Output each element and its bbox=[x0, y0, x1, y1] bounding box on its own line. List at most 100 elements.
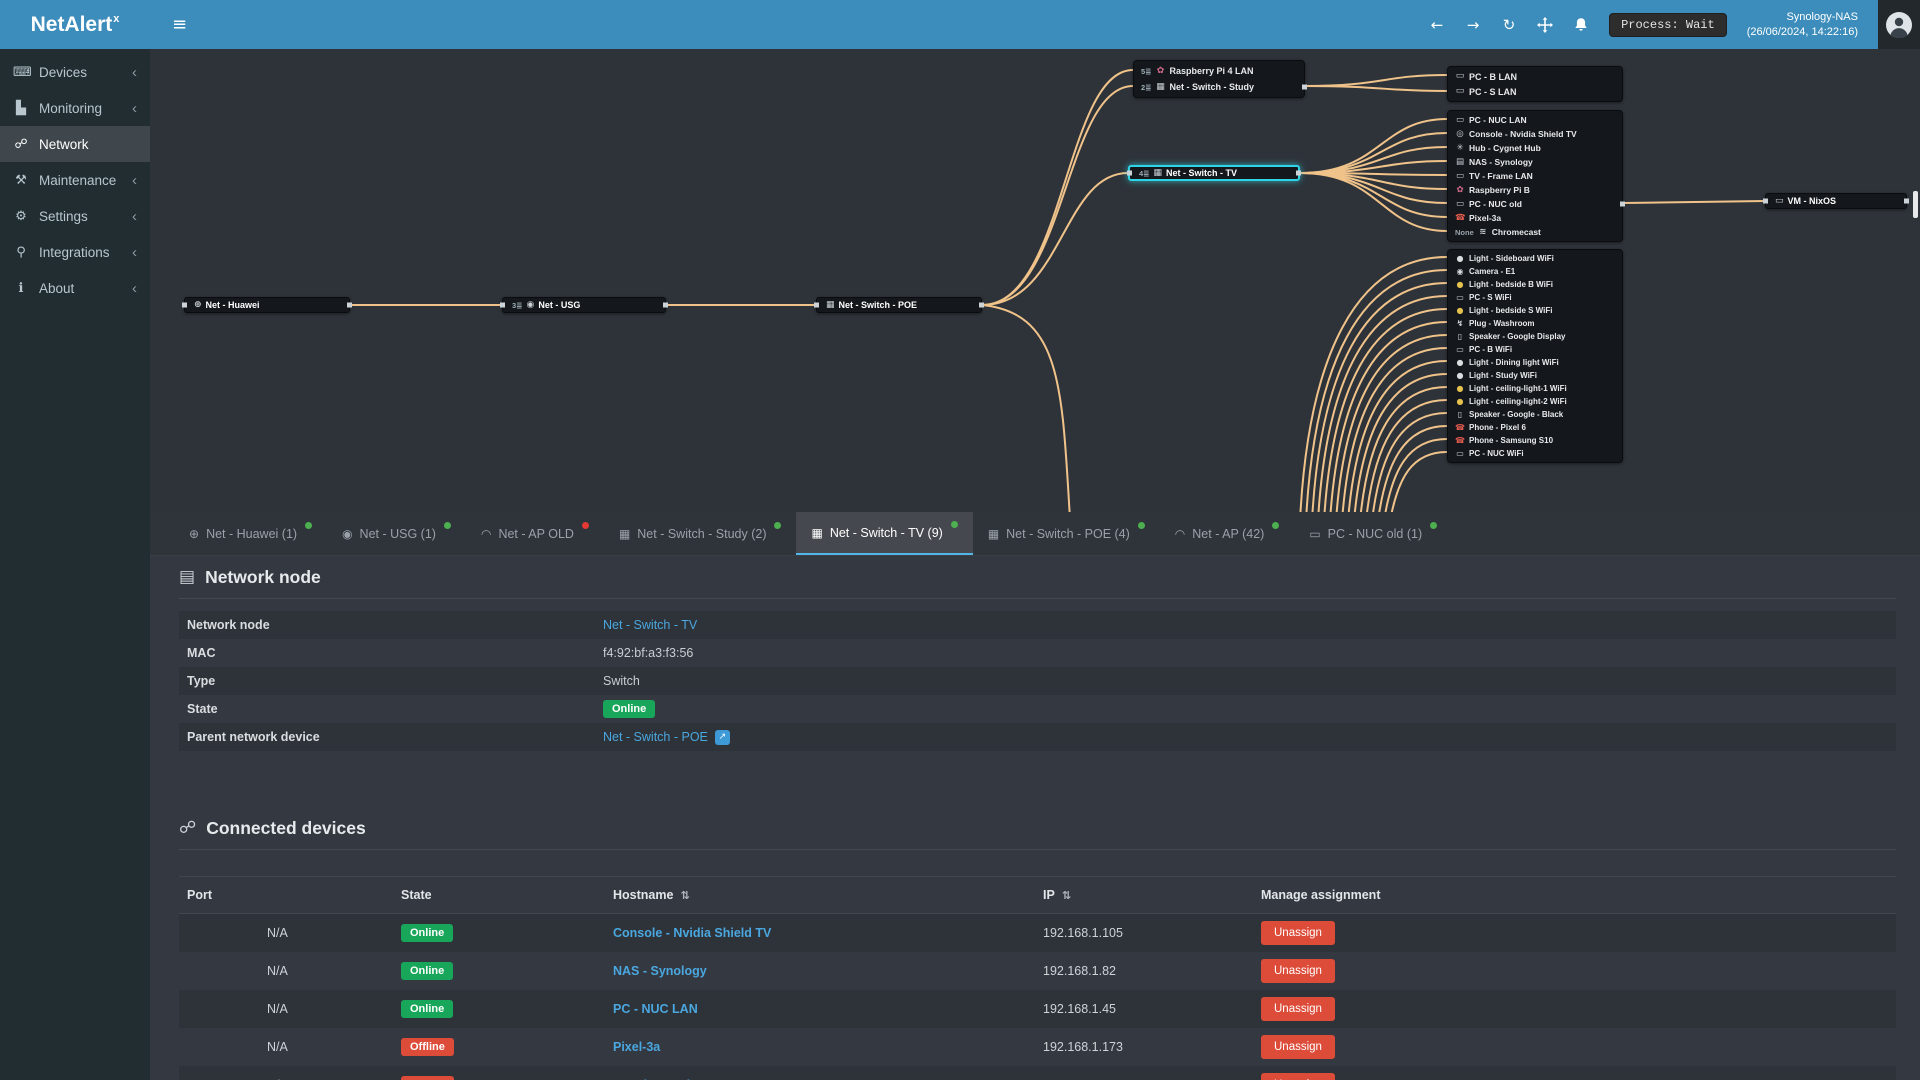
column-header-ip[interactable]: IP ⇅ bbox=[1035, 876, 1253, 914]
sidebar-item-network[interactable]: ☍ Network bbox=[0, 126, 150, 162]
diagram-device-camera-e1[interactable]: ◉ Camera - E1 bbox=[1448, 265, 1622, 278]
desktop-icon: ▭ bbox=[1456, 344, 1464, 354]
tab-net-switch-poe-4[interactable]: ▦ Net - Switch - POE (4) bbox=[973, 512, 1160, 555]
sidebar-item-integrations[interactable]: ⚲ Integrations ‹ bbox=[0, 234, 150, 270]
diagram-device-light-ceiling-light-2-wifi[interactable]: ● Light - ceiling-light-2 WiFi bbox=[1448, 395, 1622, 408]
diagram-device-speaker-google-black[interactable]: ▯ Speaker - Google - Black bbox=[1448, 408, 1622, 421]
refresh-icon[interactable]: ↻ bbox=[1501, 16, 1517, 34]
diagram-device-pixel-3a[interactable]: ☎ Pixel-3a bbox=[1448, 211, 1622, 225]
diagram-device-phone-samsung-s10[interactable]: ☎ Phone - Samsung S10 bbox=[1448, 434, 1622, 447]
parent-node-link[interactable]: Net - Switch - POE bbox=[603, 730, 708, 744]
diagram-device-tv-frame-lan[interactable]: ▭ TV - Frame LAN bbox=[1448, 169, 1622, 183]
diagram-device-light-study-wifi[interactable]: ● Light - Study WiFi bbox=[1448, 369, 1622, 382]
divider bbox=[179, 849, 1896, 850]
camera-icon: ◉ bbox=[1456, 266, 1464, 276]
sort-icon[interactable]: ⇅ bbox=[680, 889, 689, 902]
diagram-device-light-ceiling-light-1-wifi[interactable]: ● Light - ceiling-light-1 WiFi bbox=[1448, 382, 1622, 395]
device-label: PC - NUC WiFi bbox=[1469, 449, 1524, 458]
process-status-chip[interactable]: Process: Wait bbox=[1609, 12, 1727, 37]
notifications-bell-icon[interactable] bbox=[1573, 17, 1589, 33]
diagram-device-chromecast[interactable]: None ≋ Chromecast bbox=[1448, 225, 1622, 239]
unassign-button[interactable]: Unassign bbox=[1261, 996, 1335, 1021]
hostname-link[interactable]: NAS - Synology bbox=[613, 964, 707, 978]
ip-cell: 192.168.1.19 bbox=[1035, 1066, 1253, 1080]
external-link-icon[interactable]: ↗ bbox=[714, 729, 730, 745]
diagram-device-console-nvidia-shield-tv[interactable]: ◎ Console - Nvidia Shield TV bbox=[1448, 127, 1622, 141]
tab-net-switch-study-2[interactable]: ▦ Net - Switch - Study (2) bbox=[604, 512, 797, 555]
diagram-device-light-sideboard-wifi[interactable]: ● Light - Sideboard WiFi bbox=[1448, 252, 1622, 265]
diagram-device-pc-s-lan[interactable]: ▭ PC - S LAN bbox=[1448, 84, 1622, 99]
unassign-button[interactable]: Unassign bbox=[1261, 1072, 1335, 1080]
tab-net-ap-old[interactable]: ◠ Net - AP OLD bbox=[466, 512, 604, 555]
diagram-device-plug-washroom[interactable]: ↯ Plug - Washroom bbox=[1448, 317, 1622, 330]
network-node-link[interactable]: Net - Switch - TV bbox=[603, 618, 697, 632]
host-info: Synology-NAS (26/06/2024, 14:22:16) bbox=[1747, 10, 1858, 40]
diagram-device-phone-pixel-6[interactable]: ☎ Phone - Pixel 6 bbox=[1448, 421, 1622, 434]
app-logo[interactable]: NetAlert x bbox=[0, 0, 150, 49]
device-row-nas-synology: N/A Online NAS - Synology 192.168.1.82 Unass… bbox=[179, 952, 1896, 990]
nas-icon: ▤ bbox=[1455, 156, 1465, 167]
topology-link bbox=[1384, 438, 1448, 512]
diagram-device-raspberry-pi-4-lan[interactable]: 5≣ ✿ Raspberry Pi 4 LAN bbox=[1134, 63, 1304, 79]
hostname-link[interactable]: PC - NUC LAN bbox=[613, 1002, 698, 1016]
unassign-button[interactable]: Unassign bbox=[1261, 958, 1335, 983]
state-badge: Offline bbox=[401, 1037, 454, 1056]
sidebar-item-about[interactable]: ℹ About ‹ bbox=[0, 270, 150, 306]
diagram-device-speaker-google-display[interactable]: ▯ Speaker - Google Display bbox=[1448, 330, 1622, 343]
move-icon[interactable] bbox=[1537, 16, 1554, 33]
phone-icon: ☎ bbox=[1455, 422, 1465, 432]
diagram-device-pc-nuc-lan[interactable]: ▭ PC - NUC LAN bbox=[1448, 113, 1622, 127]
diagram-device-net-switch-study[interactable]: 2≣ ▦ Net - Switch - Study bbox=[1134, 79, 1304, 95]
hostname-link[interactable]: Console - Nvidia Shield TV bbox=[613, 926, 771, 940]
diagram-device-hub-cygnet-hub[interactable]: ✳ Hub - Cygnet Hub bbox=[1448, 141, 1622, 155]
tab-net-switch-tv-9[interactable]: ▦ Net - Switch - TV (9) bbox=[796, 512, 973, 555]
diagram-device-pc-b-wifi[interactable]: ▭ PC - B WiFi bbox=[1448, 343, 1622, 356]
sort-icon[interactable]: ⇅ bbox=[1062, 889, 1071, 902]
tab-pc-nuc-old-1[interactable]: ▭ PC - NUC old (1) bbox=[1294, 512, 1452, 555]
sidebar-item-settings[interactable]: ⚙ Settings ‹ bbox=[0, 198, 150, 234]
column-header-hostname[interactable]: Hostname ⇅ bbox=[605, 876, 1035, 914]
tab-label: Net - Switch - Study (2) bbox=[637, 526, 767, 541]
back-icon[interactable]: ← bbox=[1429, 16, 1445, 34]
diagram-device-pc-nuc-wifi[interactable]: ▭ PC - NUC WiFi bbox=[1448, 447, 1622, 460]
tab-net-huawei-1[interactable]: ⊕ Net - Huawei (1) bbox=[174, 512, 327, 555]
diagram-device-pc-nuc-old[interactable]: ▭ PC - NUC old bbox=[1448, 197, 1622, 211]
device-label: PC - NUC old bbox=[1469, 199, 1522, 209]
sidebar-item-devices[interactable]: ⌨ Devices ‹ bbox=[0, 54, 150, 90]
device-label: Pixel-3a bbox=[1469, 213, 1502, 223]
unassign-button[interactable]: Unassign bbox=[1261, 1034, 1335, 1059]
hub-icon: ✳ bbox=[1456, 142, 1464, 153]
diagram-device-light-bedside-s-wifi[interactable]: ● Light - bedside S WiFi bbox=[1448, 304, 1622, 317]
switch-icon: ▦ bbox=[811, 525, 823, 540]
switch-icon: ▦ bbox=[826, 299, 835, 310]
state-badge: Online bbox=[401, 961, 454, 980]
tab-net-ap-42[interactable]: ◠ Net - AP (42) bbox=[1160, 512, 1295, 555]
diagram-node-vm-nixos[interactable]: ▭ VM - NixOS bbox=[1763, 193, 1909, 209]
diagram-device-raspberry-pi-b[interactable]: ✿ Raspberry Pi B bbox=[1448, 183, 1622, 197]
info-row-network-node: Network node Net - Switch - TV bbox=[179, 611, 1896, 639]
unassign-button[interactable]: Unassign bbox=[1261, 920, 1335, 945]
forward-icon[interactable]: → bbox=[1465, 16, 1481, 34]
diagram-device-light-dining-light-wifi[interactable]: ● Light - Dining light WiFi bbox=[1448, 356, 1622, 369]
diagram-device-pc-s-wifi[interactable]: ▭ PC - S WiFi bbox=[1448, 291, 1622, 304]
diagram-device-pc-b-lan[interactable]: ▭ PC - B LAN bbox=[1448, 69, 1622, 84]
tab-net-usg-1[interactable]: ◉ Net - USG (1) bbox=[327, 512, 466, 555]
scrollbar-thumb[interactable] bbox=[1913, 191, 1918, 218]
sidebar-item-label: About bbox=[39, 280, 75, 296]
diagram-group-tvgrp: ▭ PC - NUC LAN ◎ Console - Nvidia Shield TV… bbox=[1447, 110, 1625, 242]
about-icon: ℹ bbox=[18, 280, 24, 296]
device-label: PC - NUC LAN bbox=[1469, 115, 1527, 125]
sidebar-item-monitoring[interactable]: ▙ Monitoring ‹ bbox=[0, 90, 150, 126]
diagram-node-net-huawei[interactable]: ⊕ Net - Huawei bbox=[182, 297, 352, 313]
hostname-link[interactable]: Pixel-3a bbox=[613, 1040, 660, 1054]
diagram-device-light-bedside-b-wifi[interactable]: ● Light - bedside B WiFi bbox=[1448, 278, 1622, 291]
diagram-node-net-switch-poe[interactable]: ▦ Net - Switch - POE bbox=[814, 297, 984, 313]
state-badge: Online bbox=[603, 700, 656, 718]
diagram-node-net-switch-tv[interactable]: 4≣ ▦ Net - Switch - TV bbox=[1127, 165, 1301, 181]
diagram-device-nas-synology[interactable]: ▤ NAS - Synology bbox=[1448, 155, 1622, 169]
sidebar-toggle-button[interactable]: ≡ bbox=[158, 8, 201, 41]
sidebar-item-maintenance[interactable]: ⚒ Maintenance ‹ bbox=[0, 162, 150, 198]
diagram-node-net-usg[interactable]: 3≣ ◉ Net - USG bbox=[500, 297, 668, 313]
user-menu[interactable] bbox=[1878, 0, 1920, 49]
detail-panel: ▤ Network node Network node Net - Switch … bbox=[150, 556, 1920, 1080]
